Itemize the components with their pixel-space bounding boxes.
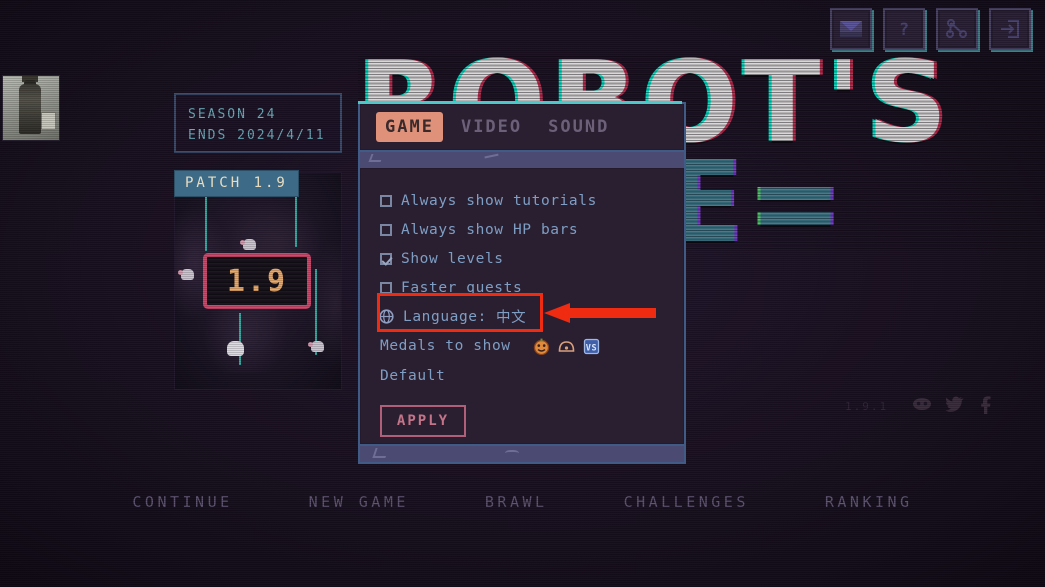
footer-notch-1 <box>372 448 389 458</box>
checkbox-icon[interactable] <box>380 194 392 207</box>
patch-image[interactable]: 1.9 <box>174 172 342 390</box>
discord-icon[interactable] <box>912 394 932 414</box>
top-icon-bar: ? <box>830 8 1031 50</box>
tab-sound[interactable]: SOUND <box>540 112 617 142</box>
settings-body: Always show tutorials Always show HP bar… <box>358 168 686 446</box>
footer-notch-2 <box>505 450 519 458</box>
twitter-icon[interactable] <box>944 394 964 414</box>
season-panel: SEASON 24 ENDS 2024/4/11 <box>174 93 342 153</box>
help-icon: ? <box>896 19 912 39</box>
patch-mouse-1 <box>240 239 256 250</box>
dialog-divider-band <box>358 152 686 168</box>
login-button[interactable] <box>989 8 1031 50</box>
mail-icon <box>840 21 862 37</box>
patch-wire-4 <box>239 313 241 365</box>
divider-notch-1 <box>368 154 384 162</box>
menu-item-challenges[interactable]: CHALLENGES <box>624 493 749 519</box>
version-label: 1.9.1 <box>845 400 889 413</box>
divider-notch-2 <box>484 153 500 164</box>
svg-text:VS: VS <box>585 343 596 353</box>
checkbox-icon[interactable] <box>380 223 392 236</box>
patch-screen-number: 1.9 <box>207 257 307 305</box>
default-option[interactable]: Default <box>380 361 684 391</box>
svg-text:?: ? <box>899 20 909 39</box>
tab-game[interactable]: GAME <box>376 112 443 142</box>
settings-tabbar: GAME VIDEO SOUND <box>358 101 686 152</box>
dialog-footer-band <box>358 446 686 464</box>
checkbox-checked-icon[interactable] <box>380 252 392 265</box>
tab-video[interactable]: VIDEO <box>453 112 530 142</box>
share-icon <box>946 19 968 39</box>
help-button[interactable]: ? <box>883 8 925 50</box>
option-always-show-hp-bars[interactable]: Always show HP bars <box>380 215 684 244</box>
option-label: Faster quests <box>401 279 523 296</box>
login-icon <box>999 19 1021 39</box>
avatar-body <box>19 84 41 134</box>
option-label: Always show HP bars <box>401 221 579 238</box>
language-value: 中文 <box>495 310 527 326</box>
mail-button[interactable] <box>830 8 872 50</box>
globe-icon <box>379 309 394 324</box>
option-faster-quests[interactable]: Faster quests <box>380 273 684 302</box>
share-button[interactable] <box>936 8 978 50</box>
menu-item-new-game[interactable]: NEW GAME <box>309 493 409 519</box>
arch-medal-icon[interactable] <box>558 338 575 355</box>
medals-label: Medals to show <box>380 338 511 354</box>
main-menu: CONTINUE NEW GAME BRAWL CHALLENGES RANKI… <box>0 493 1045 519</box>
menu-item-brawl[interactable]: BRAWL <box>485 493 548 519</box>
medals-row: Medals to show VS <box>380 331 684 361</box>
option-label: Always show tutorials <box>401 192 597 209</box>
patch-mouse-2 <box>308 341 324 352</box>
option-show-levels[interactable]: Show levels <box>380 244 684 273</box>
medals-list: VS <box>533 338 600 355</box>
facebook-icon[interactable] <box>976 394 996 415</box>
menu-item-ranking[interactable]: RANKING <box>825 493 913 519</box>
patch-screen: 1.9 <box>203 253 311 309</box>
vs-medal-icon[interactable]: VS <box>583 338 600 355</box>
season-title: SEASON 24 <box>188 107 277 122</box>
menu-item-continue[interactable]: CONTINUE <box>132 493 232 519</box>
social-links <box>912 394 996 415</box>
player-avatar[interactable] <box>2 75 60 141</box>
option-language[interactable]: Language: 中文 <box>379 302 684 331</box>
settings-dialog: GAME VIDEO SOUND Always show tutorials A… <box>358 101 686 480</box>
patch-mouse-3 <box>178 269 194 280</box>
option-label: Show levels <box>401 250 504 267</box>
default-label: Default <box>380 368 446 384</box>
patch-skull <box>227 341 244 356</box>
language-label: Language: <box>403 308 487 325</box>
option-always-show-tutorials[interactable]: Always show tutorials <box>380 186 684 215</box>
patch-badge: PATCH 1.9 <box>174 170 299 197</box>
season-end-date: ENDS 2024/4/11 <box>188 128 326 143</box>
pumpkin-medal-icon[interactable] <box>533 338 550 355</box>
apply-button[interactable]: APPLY <box>380 405 466 437</box>
avatar-side-card <box>41 112 56 130</box>
checkbox-icon[interactable] <box>380 281 392 294</box>
